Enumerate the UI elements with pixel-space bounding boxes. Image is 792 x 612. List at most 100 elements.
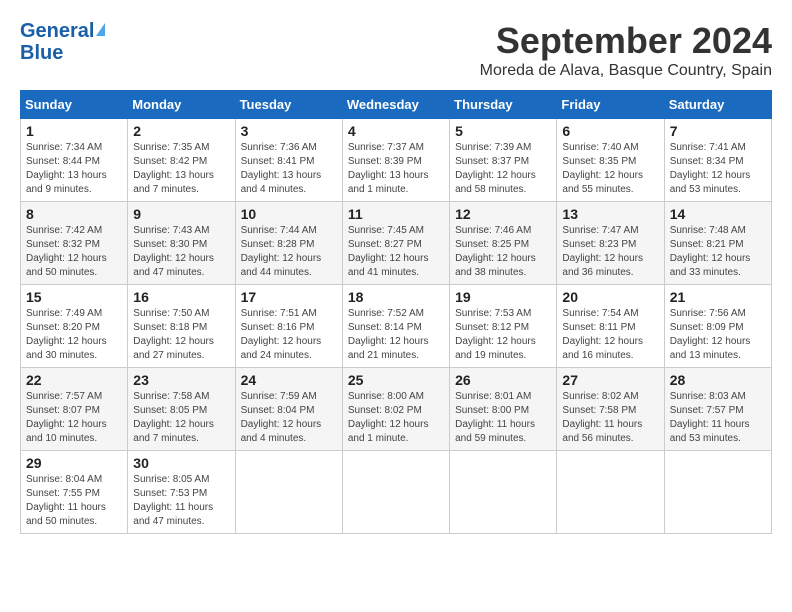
day-number: 29 — [26, 455, 122, 471]
calendar-cell — [664, 451, 771, 534]
calendar-cell — [450, 451, 557, 534]
day-number: 18 — [348, 289, 444, 305]
calendar-cell: 3 Sunrise: 7:36 AMSunset: 8:41 PMDaylight… — [235, 119, 342, 202]
calendar-cell: 10 Sunrise: 7:44 AMSunset: 8:28 PMDayligh… — [235, 202, 342, 285]
calendar-cell: 11Sunrise: 7:45 AMSunset: 8:27 PMDayligh… — [342, 202, 449, 285]
calendar-cell: 19 Sunrise: 7:53 AMSunset: 8:12 PMDayligh… — [450, 285, 557, 368]
header-monday: Monday — [128, 91, 235, 119]
day-number: 6 — [562, 123, 658, 139]
calendar-cell: 13 Sunrise: 7:47 AMSunset: 8:23 PMDayligh… — [557, 202, 664, 285]
calendar-cell — [342, 451, 449, 534]
day-number: 7 — [670, 123, 766, 139]
day-number: 19 — [455, 289, 551, 305]
day-info: Sunrise: 7:41 AMSunset: 8:34 PMDaylight:… — [670, 141, 766, 197]
header-tuesday: Tuesday — [235, 91, 342, 119]
day-number: 25 — [348, 372, 444, 388]
header: General Blue September 2024 Moreda de Al… — [20, 20, 772, 80]
day-info: Sunrise: 7:46 AMSunset: 8:25 PMDaylight:… — [455, 224, 551, 280]
day-number: 27 — [562, 372, 658, 388]
calendar-cell: 1Sunrise: 7:34 AMSunset: 8:44 PMDaylight… — [21, 119, 128, 202]
calendar-cell: 9 Sunrise: 7:43 AMSunset: 8:30 PMDaylight… — [128, 202, 235, 285]
calendar-cell: 15 Sunrise: 7:49 AMSunset: 8:20 PMDayligh… — [21, 285, 128, 368]
header-friday: Friday — [557, 91, 664, 119]
header-thursday: Thursday — [450, 91, 557, 119]
calendar-cell: 24 Sunrise: 7:59 AMSunset: 8:04 PMDayligh… — [235, 368, 342, 451]
calendar-cell: 6 Sunrise: 7:40 AMSunset: 8:35 PMDaylight… — [557, 119, 664, 202]
day-info: Sunrise: 7:47 AMSunset: 8:23 PMDaylight:… — [562, 224, 658, 280]
day-info: Sunrise: 8:01 AMSunset: 8:00 PMDaylight:… — [455, 390, 551, 446]
header-saturday: Saturday — [664, 91, 771, 119]
day-number: 8 — [26, 206, 122, 222]
day-number: 26 — [455, 372, 551, 388]
day-number: 16 — [133, 289, 229, 305]
day-info: Sunrise: 7:36 AMSunset: 8:41 PMDaylight:… — [241, 141, 337, 197]
day-info: Sunrise: 7:53 AMSunset: 8:12 PMDaylight:… — [455, 307, 551, 363]
day-number: 5 — [455, 123, 551, 139]
logo-triangle-icon — [96, 23, 105, 36]
day-info: Sunrise: 8:03 AMSunset: 7:57 PMDaylight:… — [670, 390, 766, 446]
calendar-cell: 2Sunrise: 7:35 AMSunset: 8:42 PMDaylight… — [128, 119, 235, 202]
calendar-cell: 4Sunrise: 7:37 AMSunset: 8:39 PMDaylight… — [342, 119, 449, 202]
calendar-cell: 12Sunrise: 7:46 AMSunset: 8:25 PMDayligh… — [450, 202, 557, 285]
day-number: 10 — [241, 206, 337, 222]
logo-general-text: General — [20, 20, 94, 42]
day-info: Sunrise: 7:42 AMSunset: 8:32 PMDaylight:… — [26, 224, 122, 280]
header-sunday: Sunday — [21, 91, 128, 119]
calendar-cell: 23 Sunrise: 7:58 AMSunset: 8:05 PMDayligh… — [128, 368, 235, 451]
day-info: Sunrise: 7:40 AMSunset: 8:35 PMDaylight:… — [562, 141, 658, 197]
day-info: Sunrise: 8:05 AMSunset: 7:53 PMDaylight:… — [133, 473, 229, 529]
day-info: Sunrise: 7:58 AMSunset: 8:05 PMDaylight:… — [133, 390, 229, 446]
day-info: Sunrise: 7:57 AMSunset: 8:07 PMDaylight:… — [26, 390, 122, 446]
logo: General Blue — [20, 20, 105, 64]
day-number: 13 — [562, 206, 658, 222]
day-info: Sunrise: 7:52 AMSunset: 8:14 PMDaylight:… — [348, 307, 444, 363]
day-number: 14 — [670, 206, 766, 222]
day-info: Sunrise: 7:39 AMSunset: 8:37 PMDaylight:… — [455, 141, 551, 197]
calendar-cell: 21Sunrise: 7:56 AMSunset: 8:09 PMDayligh… — [664, 285, 771, 368]
day-number: 23 — [133, 372, 229, 388]
day-info: Sunrise: 7:49 AMSunset: 8:20 PMDaylight:… — [26, 307, 122, 363]
calendar-cell: 30 Sunrise: 8:05 AMSunset: 7:53 PMDayligh… — [128, 451, 235, 534]
calendar-cell: 27 Sunrise: 8:02 AMSunset: 7:58 PMDayligh… — [557, 368, 664, 451]
calendar-cell: 16 Sunrise: 7:50 AMSunset: 8:18 PMDayligh… — [128, 285, 235, 368]
day-info: Sunrise: 8:02 AMSunset: 7:58 PMDaylight:… — [562, 390, 658, 446]
week-row-5: 29 Sunrise: 8:04 AMSunset: 7:55 PMDayligh… — [21, 451, 772, 534]
day-number: 28 — [670, 372, 766, 388]
calendar-cell: 17 Sunrise: 7:51 AMSunset: 8:16 PMDayligh… — [235, 285, 342, 368]
day-info: Sunrise: 7:43 AMSunset: 8:30 PMDaylight:… — [133, 224, 229, 280]
day-number: 11 — [348, 206, 444, 222]
day-number: 30 — [133, 455, 229, 471]
location-title: Moreda de Alava, Basque Country, Spain — [480, 62, 772, 80]
day-number: 3 — [241, 123, 337, 139]
header-wednesday: Wednesday — [342, 91, 449, 119]
calendar-cell: 28 Sunrise: 8:03 AMSunset: 7:57 PMDayligh… — [664, 368, 771, 451]
day-info: Sunrise: 8:04 AMSunset: 7:55 PMDaylight:… — [26, 473, 122, 529]
day-info: Sunrise: 7:59 AMSunset: 8:04 PMDaylight:… — [241, 390, 337, 446]
calendar-cell — [557, 451, 664, 534]
day-info: Sunrise: 7:48 AMSunset: 8:21 PMDaylight:… — [670, 224, 766, 280]
calendar-cell: 29 Sunrise: 8:04 AMSunset: 7:55 PMDayligh… — [21, 451, 128, 534]
day-number: 20 — [562, 289, 658, 305]
calendar-cell: 26 Sunrise: 8:01 AMSunset: 8:00 PMDayligh… — [450, 368, 557, 451]
day-number: 15 — [26, 289, 122, 305]
calendar-cell: 7 Sunrise: 7:41 AMSunset: 8:34 PMDaylight… — [664, 119, 771, 202]
day-number: 24 — [241, 372, 337, 388]
logo-blue-text: Blue — [20, 42, 63, 64]
calendar-table: SundayMondayTuesdayWednesdayThursdayFrid… — [20, 90, 772, 534]
day-number: 9 — [133, 206, 229, 222]
day-number: 17 — [241, 289, 337, 305]
calendar-cell: 20 Sunrise: 7:54 AMSunset: 8:11 PMDayligh… — [557, 285, 664, 368]
week-row-4: 22Sunrise: 7:57 AMSunset: 8:07 PMDayligh… — [21, 368, 772, 451]
week-row-1: 1Sunrise: 7:34 AMSunset: 8:44 PMDaylight… — [21, 119, 772, 202]
day-info: Sunrise: 7:54 AMSunset: 8:11 PMDaylight:… — [562, 307, 658, 363]
calendar-cell — [235, 451, 342, 534]
calendar-cell: 5 Sunrise: 7:39 AMSunset: 8:37 PMDaylight… — [450, 119, 557, 202]
week-row-2: 8 Sunrise: 7:42 AMSunset: 8:32 PMDaylight… — [21, 202, 772, 285]
day-number: 1 — [26, 123, 122, 139]
day-info: Sunrise: 8:00 AMSunset: 8:02 PMDaylight:… — [348, 390, 444, 446]
month-title: September 2024 — [480, 20, 772, 62]
day-info: Sunrise: 7:50 AMSunset: 8:18 PMDaylight:… — [133, 307, 229, 363]
calendar-cell: 14 Sunrise: 7:48 AMSunset: 8:21 PMDayligh… — [664, 202, 771, 285]
day-info: Sunrise: 7:44 AMSunset: 8:28 PMDaylight:… — [241, 224, 337, 280]
day-info: Sunrise: 7:51 AMSunset: 8:16 PMDaylight:… — [241, 307, 337, 363]
